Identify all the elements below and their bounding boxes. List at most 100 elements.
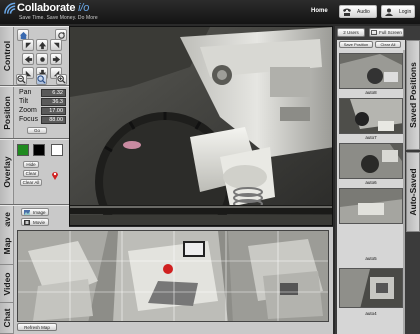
map-pin-icon[interactable] bbox=[51, 170, 59, 180]
position-tab[interactable]: Position bbox=[0, 87, 14, 138]
thumbnail-label: auto6 bbox=[365, 180, 377, 185]
thumbnail-label: auto4 bbox=[365, 311, 377, 316]
center-icon bbox=[39, 56, 45, 62]
saved-thumbnail[interactable] bbox=[339, 143, 403, 179]
zoom-out-icon bbox=[17, 75, 26, 84]
black-color-swatch[interactable] bbox=[33, 144, 45, 156]
control-tab-label: Control bbox=[1, 40, 12, 72]
panorama-image bbox=[18, 231, 328, 321]
zoom-in-icon bbox=[57, 75, 66, 84]
control-tab[interactable]: Control bbox=[0, 27, 14, 85]
saved-positions-toolbar: Save Position Clear All bbox=[337, 40, 405, 50]
login-button[interactable]: Login bbox=[381, 5, 415, 18]
zoom-label: Zoom bbox=[19, 107, 37, 114]
logo-suffix: i/o bbox=[78, 2, 90, 14]
phone-icon bbox=[343, 8, 351, 16]
logo-text: Collaborate i/o bbox=[17, 2, 89, 14]
zoom-row: Zoom 17.00 bbox=[19, 107, 66, 115]
white-color-swatch[interactable] bbox=[51, 144, 63, 156]
thumbnail-label: auto7 bbox=[365, 135, 377, 140]
tilt-value-field[interactable]: 36.3 bbox=[41, 98, 66, 106]
go-button[interactable]: Go bbox=[27, 127, 47, 134]
tilt-label: Tilt bbox=[19, 98, 29, 105]
pan-up-button[interactable] bbox=[36, 39, 48, 51]
clear-overlay-button[interactable]: Clear bbox=[23, 170, 39, 177]
panorama-map[interactable] bbox=[17, 230, 329, 322]
arrow-up-left-icon bbox=[25, 42, 31, 48]
map-tab-label: Map bbox=[1, 237, 12, 254]
position-tab-label: Position bbox=[1, 95, 12, 130]
control-section: Control bbox=[0, 26, 69, 86]
refresh-map-button[interactable]: Refresh Map bbox=[17, 323, 57, 331]
users-button[interactable]: 2 Users bbox=[337, 28, 365, 37]
thumbnail-label: auto8 bbox=[365, 90, 377, 95]
pan-up-right-button[interactable] bbox=[50, 39, 62, 51]
position-fields: Pan 6.32 Tilt 36.3 Zoom 17.00 Focus 88.0… bbox=[15, 87, 69, 138]
save-image-label: Image bbox=[33, 209, 46, 215]
auto-saved-tab[interactable]: Auto-Saved bbox=[406, 152, 420, 232]
arrow-up-icon bbox=[38, 41, 46, 49]
overlay-tab[interactable]: Overlay bbox=[0, 140, 14, 204]
pan-left-button[interactable] bbox=[22, 53, 34, 65]
right-panel: 2 Users Full Screen Save Position Clear … bbox=[335, 26, 420, 334]
fullscreen-label: Full Screen bbox=[379, 30, 402, 35]
saved-thumbnail[interactable] bbox=[339, 188, 403, 224]
pan-up-left-button[interactable] bbox=[22, 39, 34, 51]
saved-thumbnail[interactable] bbox=[339, 98, 403, 134]
zoom-icon bbox=[37, 75, 46, 84]
saved-thumbnail[interactable] bbox=[339, 53, 403, 89]
arrow-right-icon bbox=[52, 55, 60, 63]
video-tab[interactable]: Video bbox=[0, 265, 14, 303]
pan-center-button[interactable] bbox=[36, 53, 48, 65]
camera-feed-image bbox=[70, 27, 332, 225]
zoom-out-button[interactable] bbox=[16, 74, 27, 85]
logo[interactable]: Collaborate i/o Save Time. Save Money. D… bbox=[4, 1, 114, 23]
home-link[interactable]: Home bbox=[311, 8, 328, 14]
auto-saved-tab-label: Auto-Saved bbox=[408, 168, 418, 216]
map-tab[interactable]: Map bbox=[0, 227, 14, 265]
audio-button-label: Audio bbox=[357, 8, 370, 15]
ptz-pad bbox=[15, 27, 69, 85]
thumbnail-label: auto5 bbox=[365, 256, 377, 261]
tilt-row: Tilt 36.3 bbox=[19, 98, 66, 106]
header-bar: Collaborate i/o Save Time. Save Money. D… bbox=[0, 0, 420, 24]
thumbnail-image bbox=[340, 144, 402, 178]
overlay-section: Overlay Hide Clear Clear All bbox=[0, 139, 69, 205]
live-camera-view[interactable] bbox=[69, 26, 333, 226]
chat-tab[interactable]: Chat bbox=[0, 303, 14, 334]
zoom-value-field[interactable]: 17.00 bbox=[41, 107, 66, 115]
saved-list-scrollbar[interactable] bbox=[403, 50, 405, 334]
pan-value-field[interactable]: 6.32 bbox=[41, 89, 66, 97]
overlay-tools: Hide Clear Clear All bbox=[15, 140, 69, 204]
save-movie-button[interactable]: Movie bbox=[21, 218, 49, 226]
chat-tab-label: Chat bbox=[1, 308, 12, 328]
logo-name: Collaborate bbox=[17, 2, 76, 14]
audio-button[interactable]: Audio bbox=[339, 5, 377, 18]
pan-right-button[interactable] bbox=[50, 53, 62, 65]
arrow-left-icon bbox=[24, 55, 32, 63]
save-position-button[interactable]: Save Position bbox=[339, 41, 373, 48]
pan-row: Pan 6.32 bbox=[19, 89, 66, 97]
saved-positions-tab[interactable]: Saved Positions bbox=[406, 40, 420, 150]
focus-row: Focus 88.00 bbox=[19, 116, 66, 124]
focus-value-field[interactable]: 88.00 bbox=[41, 116, 66, 124]
login-button-label: Login bbox=[399, 8, 412, 15]
save-image-button[interactable]: Image bbox=[21, 208, 49, 216]
fullscreen-button[interactable]: Full Screen bbox=[369, 28, 404, 37]
zoom-in-button[interactable] bbox=[56, 74, 67, 85]
image-icon bbox=[24, 209, 30, 215]
clear-all-positions-button[interactable]: Clear All bbox=[375, 41, 401, 48]
logo-icon bbox=[4, 2, 16, 14]
saved-thumbnail[interactable] bbox=[339, 268, 403, 308]
hide-overlay-button[interactable]: Hide bbox=[23, 161, 39, 168]
zoom-reset-button[interactable] bbox=[36, 74, 47, 85]
thumbnail-image bbox=[340, 189, 402, 223]
fullscreen-icon bbox=[371, 30, 378, 35]
clear-all-overlay-button[interactable]: Clear All bbox=[20, 179, 42, 186]
login-icon bbox=[385, 8, 393, 16]
arrow-up-right-icon bbox=[53, 42, 59, 48]
film-icon bbox=[24, 219, 30, 225]
pan-label: Pan bbox=[19, 89, 32, 96]
green-color-swatch[interactable] bbox=[17, 144, 29, 156]
focus-label: Focus bbox=[19, 116, 39, 123]
